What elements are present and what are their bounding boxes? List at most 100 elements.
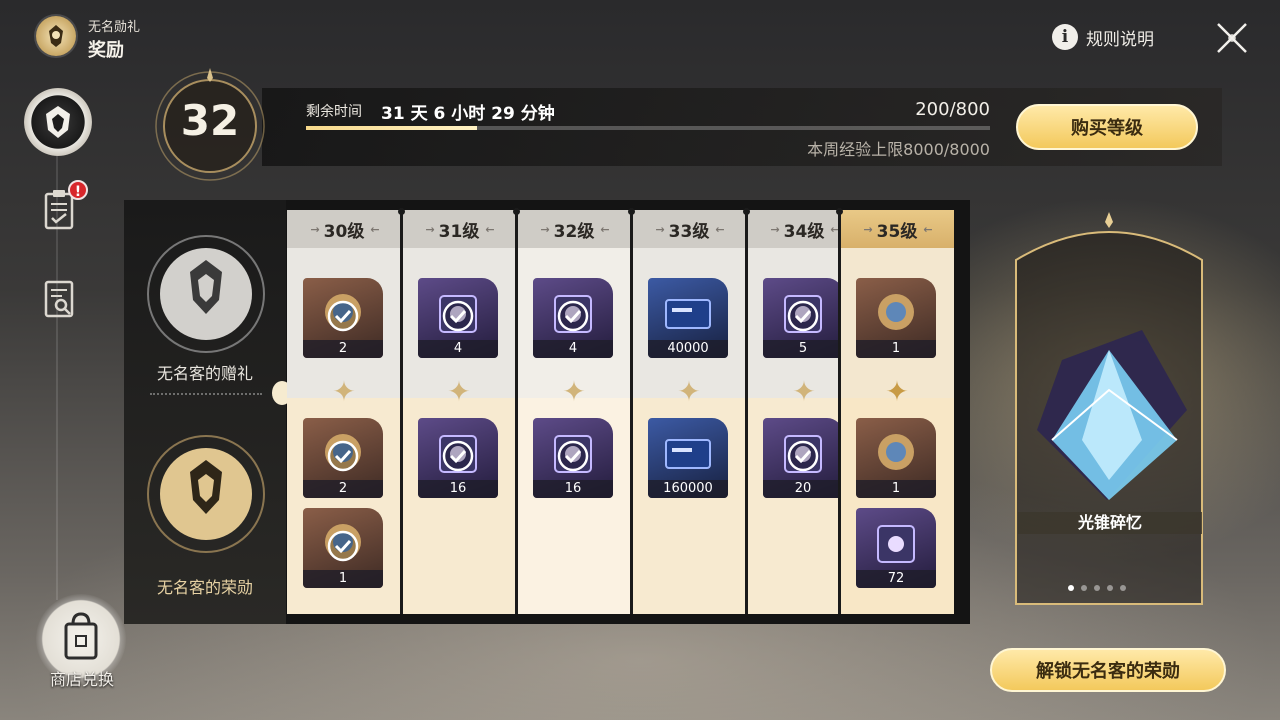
reward-quantity: 2 (303, 480, 383, 498)
close-button[interactable] (1212, 18, 1252, 58)
reward-item[interactable]: 2 (303, 278, 383, 358)
reward-quantity: 16 (533, 480, 613, 498)
pagination-dot[interactable] (1120, 585, 1126, 591)
level-label: 32级 (553, 221, 595, 242)
column-separator (398, 208, 405, 614)
claimed-check-icon (557, 440, 589, 472)
event-logo-icon (36, 16, 76, 56)
showcase-label: 光锥碎忆 (1018, 512, 1202, 534)
reward-quantity: 1 (856, 340, 936, 358)
paid-tier-label: 无名客的荣勋 (156, 578, 253, 597)
rewards-emblem-icon (46, 106, 70, 138)
exp-progress-text: 200/800 (915, 99, 990, 120)
header-subtitle: 无名勋礼 (88, 20, 141, 35)
showcase-card[interactable] (1012, 210, 1206, 608)
reward-quantity: 160000 (648, 480, 728, 498)
claimed-check-icon (557, 300, 589, 332)
reward-item[interactable]: 72 (856, 508, 936, 588)
reward-quantity: 20 (763, 480, 843, 498)
separator-dot (513, 208, 520, 215)
page-title: 奖励 (88, 40, 124, 61)
level-label: 35级 (876, 221, 918, 242)
reward-item[interactable]: 16 (533, 418, 613, 498)
reward-item[interactable]: 160000 (648, 418, 728, 498)
paid-tier-emblem-icon (144, 432, 268, 556)
reward-item[interactable]: 1 (856, 278, 936, 358)
ornament-icon: ← (923, 222, 932, 236)
level-label: 33级 (668, 221, 710, 242)
reward-item[interactable]: 4 (418, 278, 498, 358)
reward-item[interactable]: 1 (856, 418, 936, 498)
column-separator (836, 208, 843, 614)
separator-dot (628, 208, 635, 215)
level-column: ✦ → 31级 ← 4 16 (402, 210, 516, 614)
star-divider-icon: ✦ (332, 375, 356, 408)
sidebar-item-rewards[interactable] (24, 88, 92, 156)
tier-divider (150, 393, 262, 395)
pagination-dot[interactable] (1107, 585, 1113, 591)
level-label: 30级 (323, 221, 365, 242)
pagination-dot[interactable] (1081, 585, 1087, 591)
reward-item[interactable]: 5 (763, 278, 843, 358)
ornament-icon: → (655, 222, 664, 236)
weekly-exp-cap: 本周经验上限8000/8000 (807, 140, 990, 159)
claimed-check-icon (787, 300, 819, 332)
reward-quantity: 5 (763, 340, 843, 358)
level-column-header: → 33级 ← (632, 210, 746, 248)
column-separator (513, 208, 520, 614)
reward-quantity: 1 (303, 570, 383, 588)
level-column: ✦ → 30级 ← 2 2 1 (287, 210, 401, 614)
star-divider-icon: ✦ (885, 375, 909, 408)
reward-item[interactable]: 2 (303, 418, 383, 498)
star-divider-icon: ✦ (447, 375, 471, 408)
reward-icon (877, 525, 915, 563)
reward-item[interactable]: 20 (763, 418, 843, 498)
sidebar-item-catalog[interactable] (40, 278, 80, 322)
pagination-dot[interactable] (1094, 585, 1100, 591)
free-tier-label: 无名客的赠礼 (156, 364, 253, 383)
buy-level-button[interactable]: 购买等级 (1016, 104, 1198, 150)
close-icon (1217, 23, 1247, 53)
info-icon: i (1052, 24, 1078, 50)
time-remaining-label: 剩余时间 (306, 104, 362, 120)
level-column-header: → 31级 ← (402, 210, 516, 248)
level-column-header: → 35级 ← (840, 210, 954, 248)
ornament-icon: ← (715, 222, 724, 236)
reward-quantity: 16 (418, 480, 498, 498)
reward-item[interactable]: 1 (303, 508, 383, 588)
pagination-dot[interactable] (1068, 585, 1074, 591)
reward-icon (878, 434, 914, 470)
reward-quantity: 72 (856, 570, 936, 588)
star-divider-icon: ✦ (677, 375, 701, 408)
reward-quantity: 4 (418, 340, 498, 358)
reward-item[interactable]: 16 (418, 418, 498, 498)
time-remaining-value: 31 天 6 小时 29 分钟 (381, 104, 555, 124)
ornament-icon: → (863, 222, 872, 236)
level-column: ✦ → 35级 ← 1 1 72 (840, 210, 954, 614)
claimed-check-icon (327, 300, 359, 332)
level-column: ✦ → 32级 ← 4 16 (517, 210, 631, 614)
ornament-icon: → (425, 222, 434, 236)
rules-button[interactable]: i 规则说明 (1052, 22, 1154, 52)
reward-quantity: 2 (303, 340, 383, 358)
reward-quantity: 1 (856, 480, 936, 498)
unlock-premium-button[interactable]: 解锁无名客的荣勋 (990, 648, 1226, 692)
reward-item[interactable]: 4 (533, 278, 613, 358)
ornament-icon: → (310, 222, 319, 236)
claimed-check-icon (787, 440, 819, 472)
ornament-icon: → (770, 222, 779, 236)
reward-quantity: 4 (533, 340, 613, 358)
ornament-icon: ← (485, 222, 494, 236)
search-document-icon (44, 280, 74, 318)
reward-item[interactable]: 40000 (648, 278, 728, 358)
current-level: 32 (180, 96, 240, 145)
showcase-pagination (1068, 585, 1128, 591)
ornament-icon: ← (370, 222, 379, 236)
claimed-check-icon (327, 440, 359, 472)
level-column-header: → 30级 ← (287, 210, 401, 248)
reward-quantity: 40000 (648, 340, 728, 358)
column-separator (628, 208, 635, 614)
level-label: 34级 (783, 221, 825, 242)
free-tier-emblem-icon (144, 232, 268, 356)
ornament-icon: ← (600, 222, 609, 236)
